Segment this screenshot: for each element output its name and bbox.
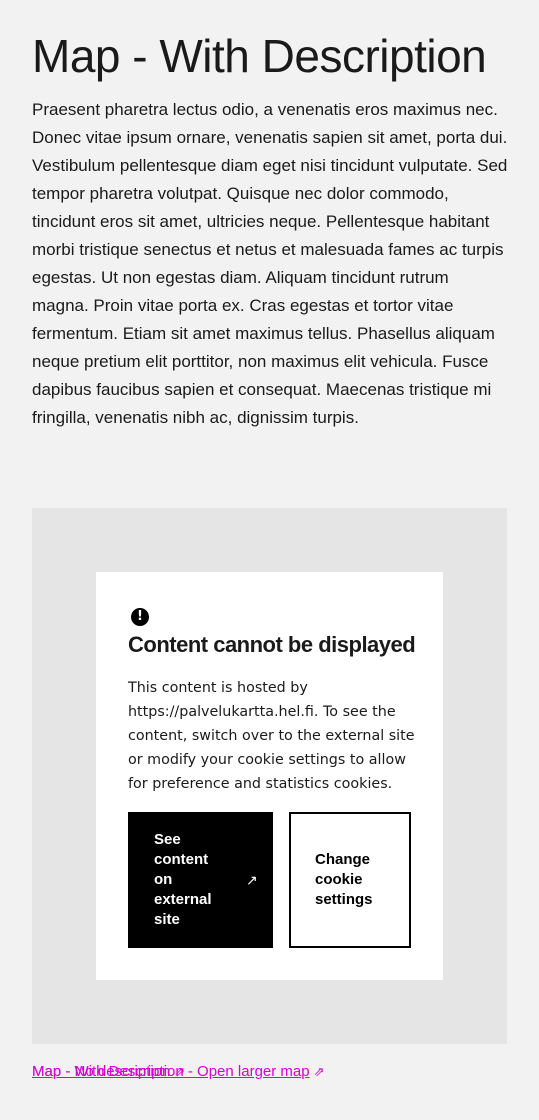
change-cookie-settings-label: Change cookie settings — [315, 851, 373, 908]
see-external-site-label: See content on external site — [154, 831, 212, 928]
external-link-icon: ↗ — [246, 871, 258, 888]
page-description: Praesent pharetra lectus odio, a venenat… — [32, 100, 508, 427]
link-open-larger-map-label: Map - With Description - Open larger map — [32, 1063, 310, 1080]
alert-circle-icon: ! — [131, 608, 149, 626]
notice-text: This content is hosted by https://palvel… — [128, 680, 415, 792]
cookie-consent-notice: ! Content cannot be displayed This conte… — [96, 572, 443, 980]
notice-title: Content cannot be displayed — [128, 632, 416, 657]
see-external-site-button[interactable]: See content on external site ↗ — [128, 812, 273, 948]
external-link-icon: ⇗ — [313, 1064, 325, 1079]
link-open-larger-map[interactable]: Map - With Description - Open larger map… — [32, 1062, 325, 1082]
change-cookie-settings-button[interactable]: Change cookie settings — [289, 812, 411, 948]
page-title: Map - With Description — [32, 30, 487, 82]
map-links: Map - No description ⇗ Map - With Descrip… — [32, 1062, 507, 1082]
map-embed-container: ! Content cannot be displayed This conte… — [32, 508, 507, 1044]
